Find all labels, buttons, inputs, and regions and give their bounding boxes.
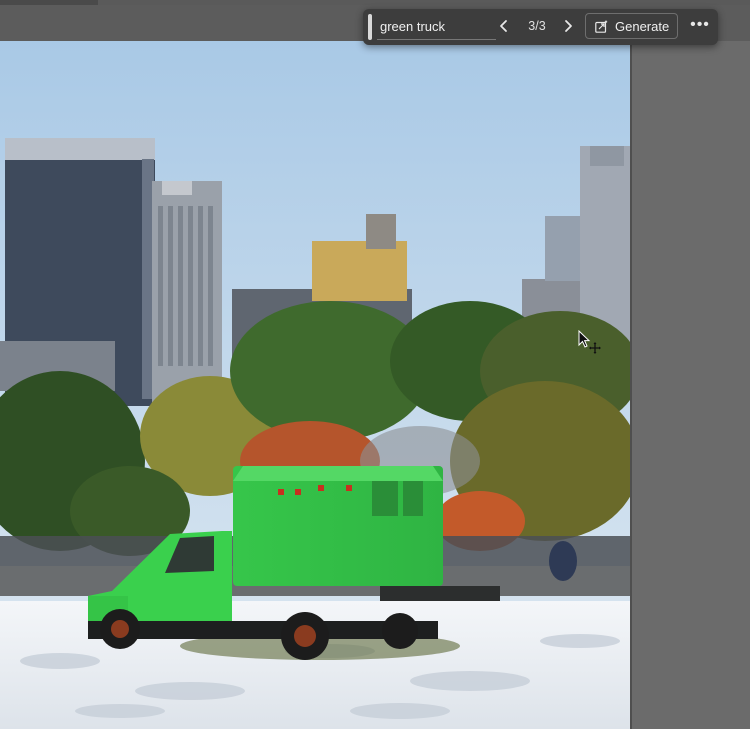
canvas-photo bbox=[0, 41, 630, 729]
next-variation-button[interactable] bbox=[557, 15, 579, 37]
previous-variation-button[interactable] bbox=[493, 15, 515, 37]
more-options-button[interactable]: ••• bbox=[688, 14, 712, 38]
chevron-right-icon bbox=[565, 20, 572, 32]
canvas-right-edge bbox=[630, 41, 632, 729]
more-options-icon: ••• bbox=[690, 16, 710, 33]
person bbox=[549, 541, 577, 581]
move-pointer-icon bbox=[578, 330, 601, 354]
drag-handle[interactable] bbox=[368, 14, 372, 40]
variation-counter: 3/3 bbox=[528, 19, 546, 33]
prompt-input[interactable] bbox=[377, 13, 496, 40]
generate-button[interactable]: Generate bbox=[585, 13, 678, 39]
generate-label: Generate bbox=[615, 19, 670, 34]
contextual-taskbar: 3/3 Generate ••• bbox=[363, 9, 718, 45]
image-canvas[interactable] bbox=[0, 41, 630, 729]
chevron-left-icon bbox=[500, 20, 507, 32]
generate-icon bbox=[595, 20, 608, 33]
